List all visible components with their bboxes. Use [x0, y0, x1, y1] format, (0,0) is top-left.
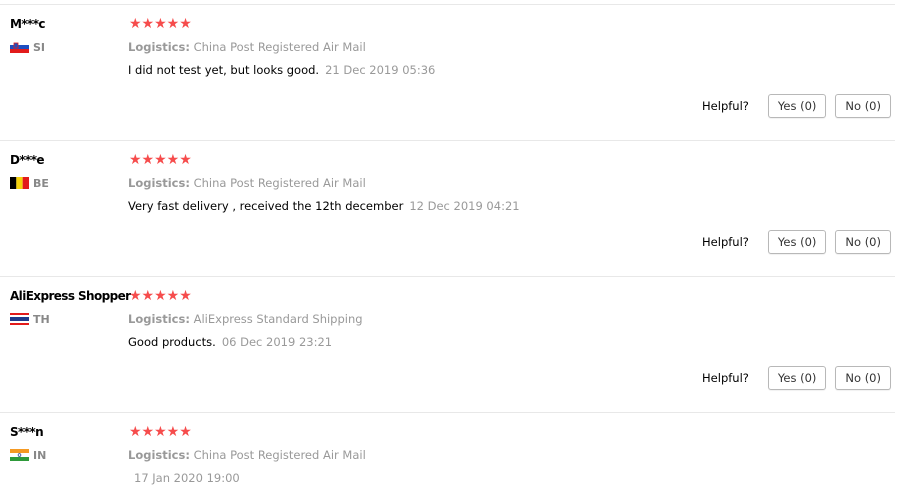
star-icons: ★★★★★	[129, 16, 192, 32]
reviewer-country: TH	[10, 313, 50, 326]
country-code: TH	[33, 313, 50, 326]
helpful-no-button[interactable]: No (0)	[835, 366, 891, 390]
logistics-label: Logistics:	[128, 312, 190, 326]
feedback-text: Very fast delivery , received the 12th d…	[128, 199, 404, 213]
country-code: SI	[33, 41, 46, 54]
logistics-label: Logistics:	[128, 448, 190, 462]
review-feedback: I did not test yet, but looks good. 21 De…	[128, 63, 435, 77]
star-icons: ★★★★★	[129, 424, 192, 440]
review-feedback: Good products. 06 Dec 2019 23:21	[128, 335, 332, 349]
star-icons: ★★★★★	[129, 152, 192, 168]
review-feedback: Very fast delivery , received the 12th d…	[128, 199, 520, 213]
feedback-text: Good products.	[128, 335, 216, 349]
logistics-info: Logistics: China Post Registered Air Mai…	[128, 40, 366, 54]
reviewer-name: S***n	[10, 425, 44, 439]
thailand-flag-icon	[10, 313, 29, 325]
logistics-value: China Post Registered Air Mail	[193, 176, 366, 190]
review-date: 21 Dec 2019 05:36	[325, 63, 436, 77]
reviewer-country: BE	[10, 177, 49, 190]
logistics-label: Logistics:	[128, 176, 190, 190]
review-date: 17 Jan 2020 19:00	[134, 471, 240, 485]
logistics-info: Logistics: China Post Registered Air Mai…	[128, 448, 366, 462]
feedback-text: I did not test yet, but looks good.	[128, 63, 320, 77]
reviewer-name: AliExpress Shopper	[10, 289, 131, 303]
helpful-no-button[interactable]: No (0)	[835, 94, 891, 118]
logistics-value: China Post Registered Air Mail	[193, 40, 366, 54]
star-rating: ★★★★★	[129, 289, 193, 303]
logistics-info: Logistics: AliExpress Standard Shipping	[128, 312, 363, 326]
reviewer-country: SI	[10, 41, 45, 54]
review-item: D***e BE ★★★★★ Logistics: China Post Reg…	[0, 140, 895, 277]
helpful-label: Helpful?	[702, 99, 749, 113]
review-feedback: 17 Jan 2020 19:00	[128, 471, 240, 485]
helpful-yes-button[interactable]: Yes (0)	[767, 230, 827, 254]
logistics-value: AliExpress Standard Shipping	[193, 312, 363, 326]
helpful-controls: Helpful? Yes (0) No (0)	[702, 230, 891, 254]
helpful-no-button[interactable]: No (0)	[835, 230, 891, 254]
reviewer-name: D***e	[10, 153, 45, 167]
logistics-label: Logistics:	[128, 40, 190, 54]
helpful-controls: Helpful? Yes (0) No (0)	[702, 366, 891, 390]
reviewer-country: IN	[10, 449, 46, 462]
star-rating: ★★★★★	[129, 425, 193, 439]
star-icons: ★★★★★	[129, 288, 192, 304]
belgium-flag-icon	[10, 177, 29, 189]
reviewer-name: M***c	[10, 17, 45, 31]
helpful-label: Helpful?	[702, 371, 749, 385]
country-code: IN	[33, 449, 47, 462]
review-item: M***c SI ★★★★★ Logistics: China Post Reg…	[0, 4, 895, 141]
star-rating: ★★★★★	[129, 17, 193, 31]
star-rating: ★★★★★	[129, 153, 193, 167]
review-item: AliExpress Shopper TH ★★★★★ Logistics: A…	[0, 276, 895, 413]
helpful-controls: Helpful? Yes (0) No (0)	[702, 94, 891, 118]
review-item: S***n IN ★★★★★ Logistics: China Post Reg…	[0, 412, 895, 486]
review-date: 06 Dec 2019 23:21	[221, 335, 333, 349]
logistics-info: Logistics: China Post Registered Air Mai…	[128, 176, 366, 190]
india-flag-icon	[10, 449, 29, 461]
helpful-yes-button[interactable]: Yes (0)	[767, 366, 827, 390]
slovenia-flag-icon	[10, 41, 29, 53]
helpful-label: Helpful?	[702, 235, 749, 249]
review-date: 12 Dec 2019 04:21	[409, 199, 520, 213]
logistics-value: China Post Registered Air Mail	[193, 448, 366, 462]
country-code: BE	[33, 177, 49, 190]
helpful-yes-button[interactable]: Yes (0)	[767, 94, 827, 118]
